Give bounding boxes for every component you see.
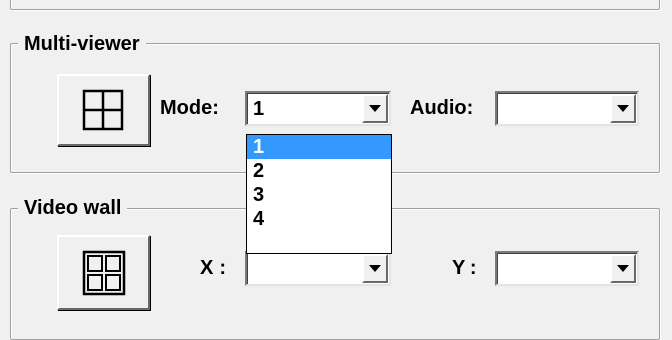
video-wall-group-label: Video wall [18, 196, 128, 220]
audio-label: Audio: [410, 97, 474, 119]
mode-label: Mode: [160, 97, 219, 119]
video-wall-button[interactable] [57, 235, 150, 310]
mode-option[interactable]: 4 [247, 207, 391, 231]
mode-option[interactable]: 2 [247, 159, 391, 183]
chevron-down-icon [617, 105, 629, 112]
multi-viewer-button[interactable] [57, 74, 150, 146]
grid-2x2-icon [82, 89, 124, 131]
grid-2x2-double-icon [82, 250, 126, 296]
mode-option[interactable]: 3 [247, 183, 391, 207]
mode-select[interactable]: 1 [245, 91, 391, 126]
audio-select[interactable] [495, 91, 639, 126]
mode-dropdown-list: 1 2 3 4 [246, 134, 392, 254]
chevron-down-icon [369, 105, 381, 112]
chevron-down-icon [617, 265, 629, 272]
x-dropdown-button[interactable] [362, 254, 388, 283]
multi-viewer-group-label: Multi-viewer [18, 32, 146, 56]
mode-dropdown-button[interactable] [362, 94, 388, 123]
top-group-box [10, 0, 660, 10]
chevron-down-icon [369, 265, 381, 272]
audio-dropdown-button[interactable] [610, 94, 636, 123]
mode-select-value: 1 [253, 98, 265, 120]
y-dropdown-button[interactable] [610, 254, 636, 283]
mode-option[interactable]: 1 [247, 135, 391, 159]
x-label: X: [200, 257, 232, 279]
y-label: Y: [452, 257, 483, 279]
x-select[interactable] [245, 251, 391, 286]
y-select[interactable] [495, 251, 639, 286]
